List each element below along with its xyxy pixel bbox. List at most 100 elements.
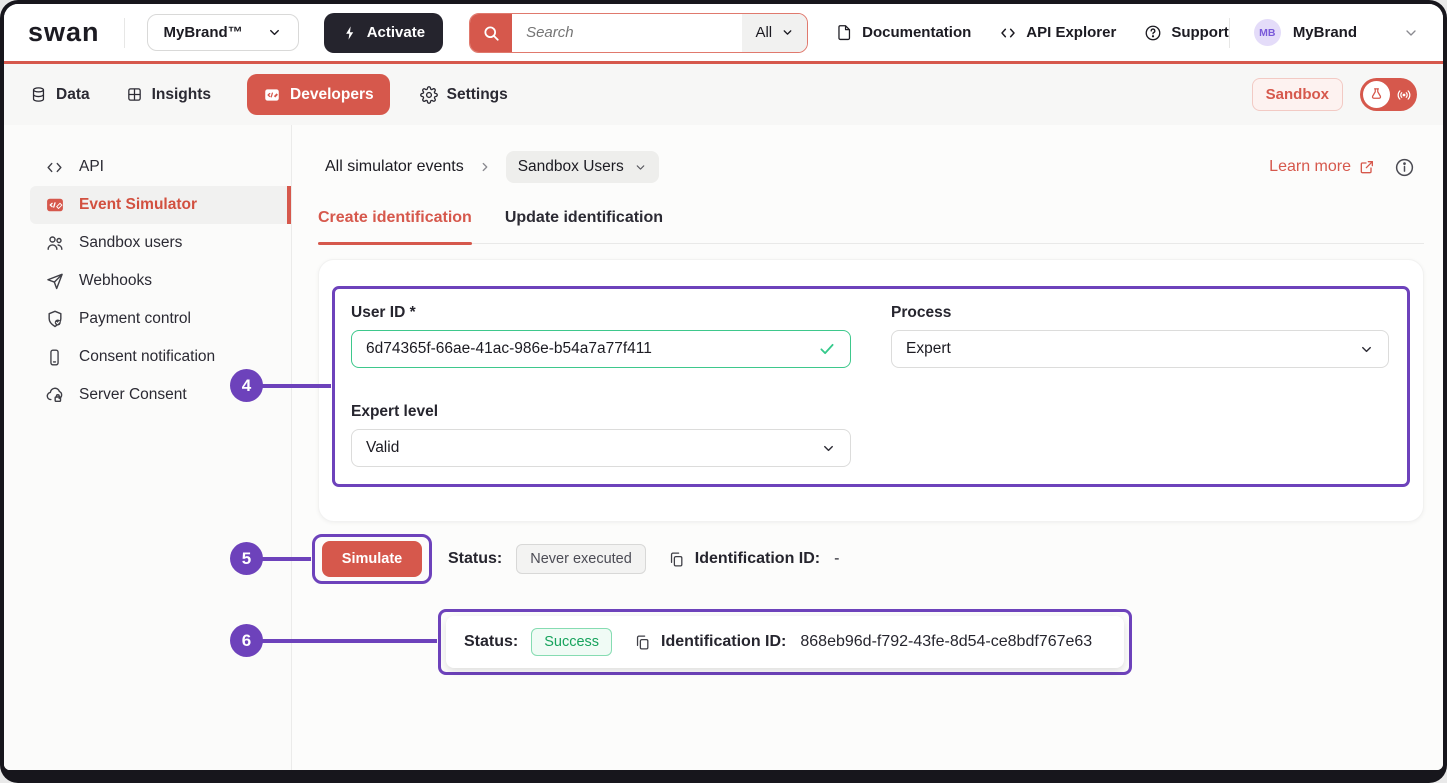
activate-label: Activate — [367, 24, 425, 41]
simulate-button[interactable]: Simulate — [322, 541, 422, 577]
result-id-value: 868eb96d-f792-43fe-8d54-ce8bdf767e63 — [800, 633, 1092, 651]
annotation-line-5 — [261, 557, 311, 561]
learn-more-link[interactable]: Learn more — [1269, 158, 1375, 176]
nav-item-data[interactable]: Data — [30, 86, 90, 104]
header-links: Documentation API Explorer Support — [836, 24, 1229, 42]
search-input[interactable] — [512, 14, 742, 52]
chevron-down-icon[interactable] — [1403, 25, 1419, 41]
user-id-field — [351, 330, 851, 368]
tab-update-identification[interactable]: Update identification — [505, 209, 663, 243]
sidebar-item-webhooks[interactable]: Webhooks — [30, 262, 291, 300]
breadcrumb-current-label: Sandbox Users — [518, 158, 624, 176]
nav-item-insights[interactable]: Insights — [126, 86, 211, 104]
breadcrumb: All simulator events Sandbox Users — [325, 151, 659, 183]
sidebar-item-sandbox-users[interactable]: Sandbox users — [30, 224, 291, 262]
sidebar-item-label: Webhooks — [79, 272, 152, 290]
sidebar-item-payment-control[interactable]: Payment control — [30, 300, 291, 338]
nav-item-label: Insights — [152, 86, 211, 104]
documentation-link[interactable]: Documentation — [836, 24, 971, 41]
swan-logo: swan — [28, 17, 100, 48]
dev-console-icon — [263, 86, 281, 104]
main-content: All simulator events Sandbox Users Learn… — [292, 125, 1443, 770]
account-zone: MB MyBrand — [1229, 18, 1419, 48]
support-label: Support — [1171, 24, 1229, 41]
search-scope-dropdown[interactable]: All — [742, 14, 807, 52]
api-explorer-link[interactable]: API Explorer — [999, 24, 1116, 42]
info-icon[interactable] — [1394, 157, 1415, 178]
sidebar-item-label: Consent notification — [79, 348, 215, 366]
account-menu[interactable]: MB MyBrand — [1254, 19, 1357, 46]
live-broadcast-icon — [1396, 87, 1412, 103]
cloud-lock-icon — [44, 385, 65, 406]
status-label: Status: — [448, 550, 502, 568]
external-link-icon — [1359, 159, 1375, 175]
chevron-down-icon — [1359, 342, 1374, 357]
copy-icon[interactable] — [634, 634, 651, 651]
process-select[interactable]: Expert — [891, 330, 1389, 368]
document-icon — [836, 24, 853, 41]
avatar: MB — [1254, 19, 1281, 46]
tab-create-identification[interactable]: Create identification — [318, 209, 472, 243]
help-icon — [1144, 24, 1162, 42]
nav-item-developers[interactable]: Developers — [247, 74, 390, 115]
gear-icon — [420, 86, 438, 104]
copy-icon[interactable] — [668, 551, 685, 568]
identification-id-value: - — [834, 550, 839, 568]
sidebar-item-label: Payment control — [79, 310, 191, 328]
sidebar-item-label: Server Consent — [79, 386, 187, 404]
sidebar-item-event-simulator[interactable]: Event Simulator — [30, 186, 291, 224]
expert-level-value: Valid — [366, 439, 399, 457]
annotation-marker-4: 4 — [230, 369, 263, 402]
brand-selector-label: MyBrand™ — [164, 24, 243, 41]
result-card: Status: Success Identification ID: 868eb… — [446, 616, 1124, 668]
sidebar-item-label: Sandbox users — [79, 234, 182, 252]
documentation-label: Documentation — [862, 24, 971, 41]
user-id-label: User ID * — [351, 304, 416, 322]
sidebar: API Event Simulator Sandbox users Webhoo… — [4, 125, 292, 770]
send-icon — [44, 271, 65, 292]
lightning-icon — [342, 25, 358, 41]
nav-item-label: Settings — [447, 86, 508, 104]
grid-icon — [126, 86, 143, 103]
environment-nav: Data Insights Developers Settings Sandbo… — [4, 61, 1443, 125]
sidebar-item-api[interactable]: API — [30, 148, 291, 186]
activate-button[interactable]: Activate — [324, 13, 443, 53]
global-search: All — [469, 13, 808, 53]
expert-level-select[interactable]: Valid — [351, 429, 851, 467]
chevron-down-icon — [781, 26, 794, 39]
breadcrumb-current-dropdown[interactable]: Sandbox Users — [506, 151, 659, 183]
status-row: Status: Never executed Identification ID… — [448, 534, 839, 584]
result-id-label: Identification ID: — [661, 633, 786, 651]
screenshot-frame: swan MyBrand™ Activate All — [0, 0, 1447, 783]
process-label: Process — [891, 304, 951, 322]
environment-toggle[interactable] — [1360, 78, 1417, 111]
annotation-box-5: Simulate — [312, 534, 432, 584]
smartphone-icon — [44, 347, 65, 368]
search-icon[interactable] — [470, 14, 512, 52]
database-icon — [30, 86, 47, 103]
process-value: Expert — [906, 340, 951, 358]
user-id-input[interactable] — [352, 340, 818, 358]
annotation-marker-6: 6 — [230, 624, 263, 657]
event-simulator-icon — [44, 195, 65, 216]
header-divider — [1229, 18, 1230, 48]
breadcrumb-root[interactable]: All simulator events — [325, 158, 464, 176]
identification-id-label: Identification ID: — [695, 550, 820, 568]
tab-bar: Create identification Update identificat… — [318, 209, 1424, 244]
code-icon — [44, 157, 65, 178]
chevron-down-icon — [634, 161, 647, 174]
flask-icon — [1363, 81, 1390, 108]
account-name: MyBrand — [1293, 24, 1357, 41]
annotation-line-6 — [261, 639, 437, 643]
expert-level-label: Expert level — [351, 403, 438, 421]
annotation-line-4 — [261, 384, 331, 388]
nav-item-label: Data — [56, 86, 90, 104]
result-status-label: Status: — [464, 633, 518, 651]
chevron-down-icon — [821, 441, 836, 456]
page-body: API Event Simulator Sandbox users Webhoo… — [4, 125, 1443, 770]
nav-item-settings[interactable]: Settings — [420, 86, 508, 104]
support-link[interactable]: Support — [1144, 24, 1229, 42]
brand-selector-button[interactable]: MyBrand™ — [147, 14, 299, 51]
page-actions: Learn more — [1269, 151, 1415, 183]
shield-check-icon — [44, 309, 65, 330]
